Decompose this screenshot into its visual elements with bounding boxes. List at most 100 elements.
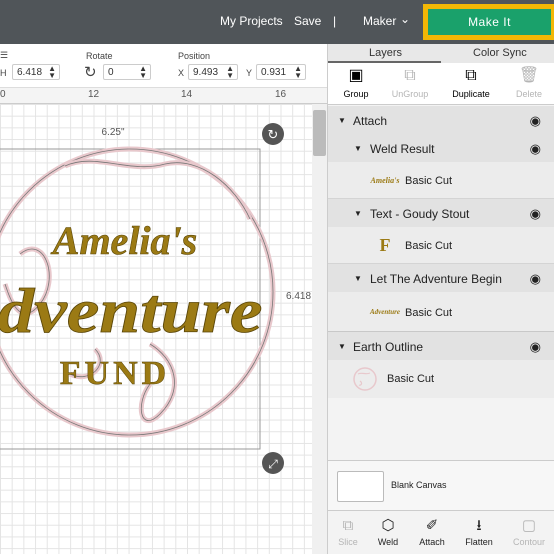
layer-name: Attach [353, 114, 388, 128]
slice-icon: ⧉ [342, 517, 354, 534]
chevron-down-icon[interactable]: ⌄ [400, 12, 410, 26]
layer-group-attach[interactable]: ▼ Attach ◉ [328, 106, 554, 134]
x-input[interactable]: 9.493 ▲ ▼ [188, 64, 238, 80]
layer-weld-result[interactable]: ▼ Weld Result ◉ [328, 134, 554, 162]
layer-earth-outline-cut[interactable]: Basic Cut [328, 360, 554, 398]
amelias-text: Amelia's [50, 218, 197, 263]
height-input[interactable]: 6.418 ▲ ▼ [12, 64, 60, 80]
group-icon: ▣ [348, 67, 364, 84]
rotate-icon: ↻ [84, 64, 97, 81]
layer-weld-result-cut[interactable]: Amelia's Basic Cut [328, 162, 554, 199]
attach-label: Attach [419, 537, 445, 547]
separator: | [333, 14, 337, 28]
contour-icon: ▢ [521, 517, 537, 534]
resize-handle[interactable]: ⤢ [262, 452, 284, 474]
flatten-icon: ⭳ [476, 517, 482, 534]
flatten-label: Flatten [465, 537, 493, 547]
collapse-icon[interactable]: ▼ [354, 144, 362, 153]
rotate-label: Rotate [86, 51, 113, 61]
layer-let-the-adventure-begin[interactable]: ▼ Let The Adventure Begin ◉ [328, 264, 554, 292]
duplicate-button[interactable]: ⧉ Duplicate [443, 63, 499, 105]
y-label: Y [246, 68, 253, 78]
save-button[interactable]: Save [294, 14, 321, 28]
machine-select[interactable]: Maker [363, 14, 396, 28]
duplicate-label: Duplicate [452, 89, 490, 99]
contour-label: Contour [512, 537, 546, 547]
eye-icon[interactable]: ◉ [530, 113, 541, 129]
design-canvas[interactable]: 6.25" 6.418 Amelia's dventure FUND ↻ ⤢ [0, 104, 312, 554]
contour-button[interactable]: ▢ Contour [509, 515, 549, 547]
tab-layers[interactable]: Layers [369, 47, 402, 59]
ungroup-icon: ⧉ [404, 67, 416, 84]
fund-text: FUND [60, 355, 170, 392]
ruler-tick: 16 [275, 89, 287, 100]
layer-text-goudy-stout[interactable]: ▼ Text - Goudy Stout ◉ [328, 199, 554, 227]
ungroup-button[interactable]: ⧉ UnGroup [382, 63, 438, 105]
canvas-scrollbar[interactable] [312, 104, 327, 554]
slice-label: Slice [338, 537, 358, 547]
size-partial-icon: ☰ [0, 50, 9, 60]
layer-goudy-cut[interactable]: F Basic Cut [328, 227, 554, 264]
layers-panel: Layers Color Sync ▣ Group ⧉ UnGroup ⧉ Dupli… [327, 44, 554, 554]
y-value: 0.931 [261, 67, 287, 78]
eye-icon[interactable]: ◉ [530, 141, 541, 157]
stepper-icon[interactable]: ▲ ▼ [139, 65, 147, 80]
rotate-input[interactable]: 0 ▲ ▼ [103, 64, 151, 80]
ruler-tick: 14 [181, 89, 193, 100]
canvas-artwork: 6.25" 6.418 Amelia's dventure FUND ↻ ⤢ [0, 123, 311, 474]
cut-type-label: Basic Cut [405, 240, 453, 252]
stepper-icon[interactable]: ▲ ▼ [48, 65, 56, 80]
resize-icon: ⤢ [267, 457, 278, 471]
edit-toolbar: ☰ H 6.418 ▲ ▼ Rotate ↻ 0 ▲ ▼ Position X 9.49… [0, 44, 327, 88]
x-value: 9.493 [193, 67, 219, 78]
tab-color-sync[interactable]: Color Sync [473, 47, 527, 59]
rotate-handle[interactable]: ↻ [262, 123, 284, 145]
delete-button[interactable]: 🗑 Delete [501, 63, 554, 105]
ungroup-label: UnGroup [391, 89, 429, 99]
y-input[interactable]: 0.931 ▲ ▼ [256, 64, 306, 80]
layer-adventure-cut[interactable]: Adventure Basic Cut [328, 292, 554, 332]
layer-name: Weld Result [370, 142, 435, 156]
bottom-tools: ⧉ Slice ⬡ Weld ✐ Attach ⭳ Flatten ▢ Contour [328, 510, 554, 554]
slice-button[interactable]: ⧉ Slice [328, 515, 368, 547]
ruler-tick: 12 [88, 89, 100, 100]
group-button[interactable]: ▣ Group [328, 63, 384, 105]
my-projects-link[interactable]: My Projects [220, 14, 283, 28]
collapse-icon[interactable]: ▼ [354, 274, 362, 283]
blank-canvas-swatch[interactable] [337, 471, 384, 502]
duplicate-icon: ⧉ [465, 67, 477, 84]
scrollbar-thumb[interactable] [313, 110, 326, 156]
layer-list: ▼ Attach ◉ ▼ Weld Result ◉ Amelia's Basi… [328, 106, 554, 460]
cut-type-label: Basic Cut [405, 175, 453, 187]
earth-thumbnail-icon [353, 367, 377, 391]
stepper-icon[interactable]: ▲ ▼ [226, 65, 234, 80]
make-it-button[interactable]: Make It [428, 9, 551, 35]
blank-canvas-label: Blank Canvas [391, 480, 447, 490]
layer-name: Text - Goudy Stout [370, 207, 470, 221]
attach-button[interactable]: ✐ Attach [412, 515, 452, 547]
group-label: Group [343, 89, 369, 99]
stepper-icon[interactable]: ▲ ▼ [294, 65, 302, 80]
weld-icon: ⬡ [381, 517, 395, 534]
blank-canvas-row[interactable]: Blank Canvas [328, 460, 554, 510]
collapse-icon[interactable]: ▼ [338, 342, 346, 351]
layer-group-earth-outline[interactable]: ▼ Earth Outline ◉ [328, 332, 554, 360]
layer-thumbnail: F [379, 234, 391, 255]
height-value: 6.418 [17, 67, 43, 78]
layer-name: Earth Outline [353, 340, 424, 354]
h-label: H [0, 68, 7, 78]
weld-button[interactable]: ⬡ Weld [368, 515, 408, 547]
eye-icon[interactable]: ◉ [530, 271, 541, 287]
layer-thumbnail: Amelia's [370, 175, 400, 185]
eye-icon[interactable]: ◉ [530, 206, 541, 222]
eye-icon[interactable]: ◉ [530, 339, 541, 355]
weld-label: Weld [377, 537, 399, 547]
layer-thumbnail: Adventure [370, 308, 400, 316]
height-dimension: 6.418 [286, 291, 311, 302]
collapse-icon[interactable]: ▼ [338, 116, 346, 125]
collapse-icon[interactable]: ▼ [354, 209, 362, 218]
x-label: X [178, 68, 185, 78]
rotate-icon: ↻ [268, 128, 279, 143]
flatten-button[interactable]: ⭳ Flatten [459, 515, 499, 547]
ruler-tick: 0 [0, 89, 6, 100]
